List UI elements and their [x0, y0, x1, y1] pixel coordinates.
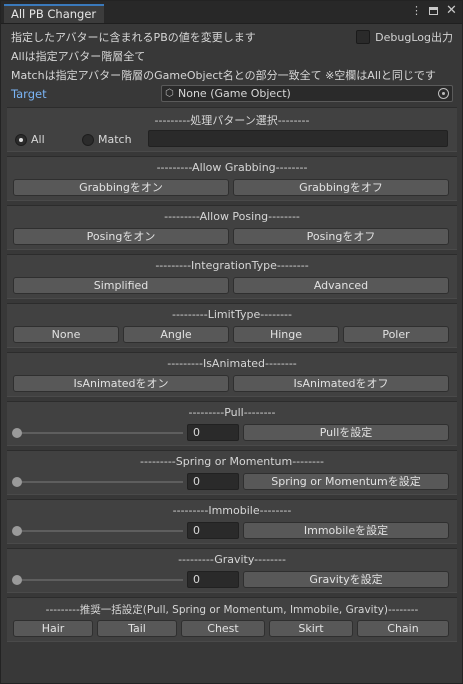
limit-section: ---------LimitType-------- None Angle Hi…: [7, 303, 457, 348]
grabbing-off-button[interactable]: Grabbingをオフ: [233, 179, 449, 196]
target-object-value: None (Game Object): [178, 87, 291, 100]
limit-hinge-button[interactable]: Hinge: [233, 326, 339, 343]
spring-slider-track[interactable]: [15, 481, 183, 483]
radio-all[interactable]: All: [15, 133, 45, 146]
preset-chain-button[interactable]: Chain: [357, 620, 449, 637]
pull-section: ---------Pull-------- 0 Pullを設定: [7, 401, 457, 446]
tab-bar: All PB Changer ⋮ ✕: [1, 1, 462, 24]
description-all: Allは指定アバター階層全て: [11, 50, 146, 63]
grabbing-title: ---------Allow Grabbing--------: [156, 161, 308, 174]
match-input[interactable]: [148, 130, 448, 147]
spring-title: ---------Spring or Momentum--------: [140, 455, 324, 468]
animated-off-button[interactable]: IsAnimatedをオフ: [233, 375, 449, 392]
grabbing-on-button[interactable]: Grabbingをオン: [13, 179, 229, 196]
advanced-button[interactable]: Advanced: [233, 277, 449, 294]
close-icon[interactable]: ✕: [446, 4, 457, 17]
window-tab[interactable]: All PB Changer: [4, 4, 104, 23]
pull-value-field[interactable]: 0: [187, 424, 239, 441]
target-label: Target: [11, 87, 47, 101]
gravity-title: ---------Gravity--------: [178, 553, 286, 566]
radio-match-label: Match: [98, 133, 132, 146]
editor-window: All PB Changer ⋮ ✕ 指定したアバターに含まれるPBの値を変更し…: [0, 0, 463, 684]
object-picker-icon[interactable]: [438, 88, 449, 99]
preset-tail-button[interactable]: Tail: [97, 620, 177, 637]
window-controls: ⋮ ✕: [411, 4, 457, 17]
integration-title: ---------IntegrationType--------: [155, 259, 309, 272]
posing-section: ---------Allow Posing-------- Posingをオン …: [7, 205, 457, 250]
spring-section: ---------Spring or Momentum-------- 0 Sp…: [7, 450, 457, 495]
pull-title: ---------Pull--------: [188, 406, 276, 419]
immobile-slider-track[interactable]: [15, 530, 183, 532]
simplified-button[interactable]: Simplified: [13, 277, 229, 294]
debuglog-toggle[interactable]: DebugLog出力: [356, 29, 453, 45]
animated-title: ---------IsAnimated--------: [167, 357, 297, 370]
description-match: Matchは指定アバター階層のGameObject名との部分一致全て ※空欄はA…: [11, 69, 436, 82]
presets-title: ---------推奨一括設定(Pull, Spring or Momentum…: [45, 604, 419, 616]
presets-section: ---------推奨一括設定(Pull, Spring or Momentum…: [7, 597, 457, 642]
limit-none-button[interactable]: None: [13, 326, 119, 343]
preset-chest-button[interactable]: Chest: [181, 620, 265, 637]
integration-section: ---------IntegrationType-------- Simplif…: [7, 254, 457, 299]
animated-section: ---------IsAnimated-------- IsAnimatedをオ…: [7, 352, 457, 397]
animated-on-button[interactable]: IsAnimatedをオン: [13, 375, 229, 392]
radio-match-dot[interactable]: [82, 133, 94, 146]
mode-section: ---------処理パターン選択-------- All Match: [7, 107, 457, 152]
more-menu-icon[interactable]: ⋮: [411, 5, 422, 17]
immobile-section: ---------Immobile-------- 0 Immobileを設定: [7, 499, 457, 544]
maximize-icon[interactable]: [429, 7, 438, 15]
gravity-slider-track[interactable]: [15, 579, 183, 581]
posing-on-button[interactable]: Posingをオン: [13, 228, 229, 245]
preset-hair-button[interactable]: Hair: [13, 620, 93, 637]
mode-title: ---------処理パターン選択--------: [154, 114, 310, 127]
limit-poler-button[interactable]: Poler: [343, 326, 449, 343]
gravity-value-field[interactable]: 0: [187, 571, 239, 588]
radio-all-label: All: [31, 133, 45, 146]
description-line: 指定したアバターに含まれるPBの値を変更します: [11, 31, 256, 44]
target-object-field[interactable]: ⬡ None (Game Object): [161, 85, 453, 102]
posing-title: ---------Allow Posing--------: [164, 210, 300, 223]
gameobject-icon: ⬡: [165, 87, 174, 99]
limit-title: ---------LimitType--------: [171, 308, 292, 321]
gravity-slider-knob[interactable]: [12, 575, 22, 585]
debuglog-label: DebugLog出力: [375, 31, 453, 44]
immobile-value-field[interactable]: 0: [187, 522, 239, 539]
posing-off-button[interactable]: Posingをオフ: [233, 228, 449, 245]
immobile-slider-knob[interactable]: [12, 526, 22, 536]
radio-all-dot[interactable]: [15, 133, 27, 146]
immobile-title: ---------Immobile--------: [172, 504, 292, 517]
radio-match[interactable]: Match: [82, 133, 132, 146]
limit-angle-button[interactable]: Angle: [123, 326, 229, 343]
pull-slider-knob[interactable]: [12, 428, 22, 438]
grabbing-section: ---------Allow Grabbing-------- Grabbing…: [7, 156, 457, 201]
preset-skirt-button[interactable]: Skirt: [269, 620, 353, 637]
gravity-set-button[interactable]: Gravityを設定: [243, 571, 449, 588]
gravity-section: ---------Gravity-------- 0 Gravityを設定: [7, 548, 457, 593]
spring-slider-knob[interactable]: [12, 477, 22, 487]
pull-set-button[interactable]: Pullを設定: [243, 424, 449, 441]
spring-value-field[interactable]: 0: [187, 473, 239, 490]
immobile-set-button[interactable]: Immobileを設定: [243, 522, 449, 539]
debuglog-checkbox[interactable]: [356, 30, 371, 44]
spring-set-button[interactable]: Spring or Momentumを設定: [243, 473, 449, 490]
pull-slider-track[interactable]: [15, 432, 183, 434]
